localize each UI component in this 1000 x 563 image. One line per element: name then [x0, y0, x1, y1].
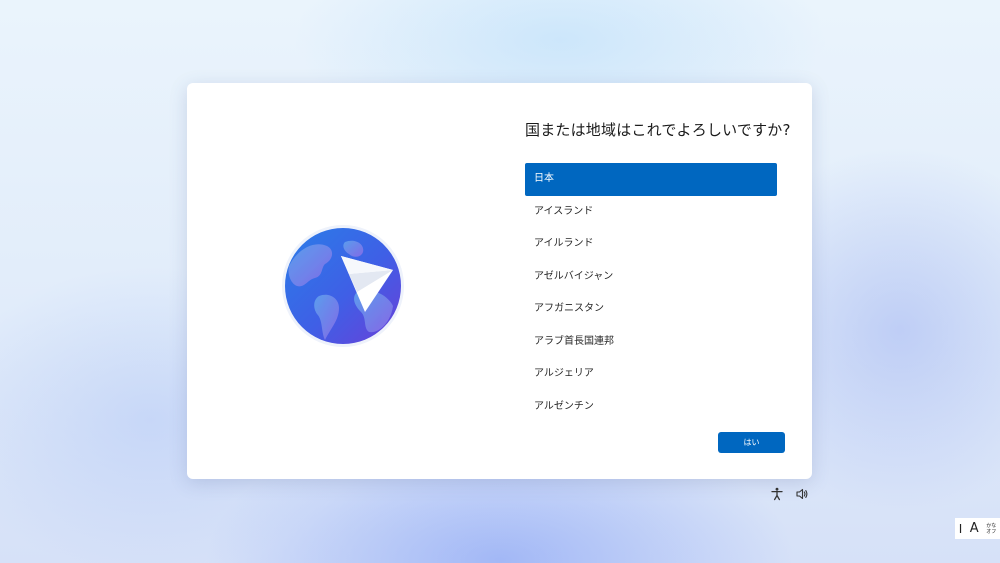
country-item-argentina[interactable]: アルゼンチン [525, 391, 777, 424]
country-item-iceland[interactable]: アイスランド [525, 196, 777, 229]
ime-kana-bottom: オフ [986, 528, 997, 535]
accessibility-icon[interactable] [770, 487, 784, 501]
country-list[interactable]: 日本 アイスランド アイルランド アゼルバイジャン アフガニスタン アラブ首長国… [525, 163, 777, 423]
volume-icon[interactable] [795, 487, 809, 501]
ime-indicator[interactable]: I A かな オフ [955, 518, 1000, 539]
country-item-ireland[interactable]: アイルランド [525, 228, 777, 261]
ime-kana-toggle: かな オフ [986, 523, 996, 535]
country-item-japan[interactable]: 日本 [525, 163, 777, 196]
yes-button[interactable]: はい [718, 432, 785, 453]
country-item-azerbaijan[interactable]: アゼルバイジャン [525, 261, 777, 294]
desktop-background: 国または地域はこれでよろしいですか? 日本 アイスランド アイルランド アゼルバ… [0, 0, 1000, 563]
globe-with-paper-plane-icon [282, 225, 404, 347]
country-item-afghanistan[interactable]: アフガニスタン [525, 293, 777, 326]
country-item-uae[interactable]: アラブ首長国連邦 [525, 326, 777, 359]
region-setup-dialog: 国または地域はこれでよろしいですか? 日本 アイスランド アイルランド アゼルバ… [187, 83, 812, 479]
ime-mode-glyph: A [969, 521, 979, 536]
dialog-title: 国または地域はこれでよろしいですか? [525, 121, 791, 139]
ime-cursor-glyph: I [958, 521, 963, 536]
country-item-algeria[interactable]: アルジェリア [525, 358, 777, 391]
